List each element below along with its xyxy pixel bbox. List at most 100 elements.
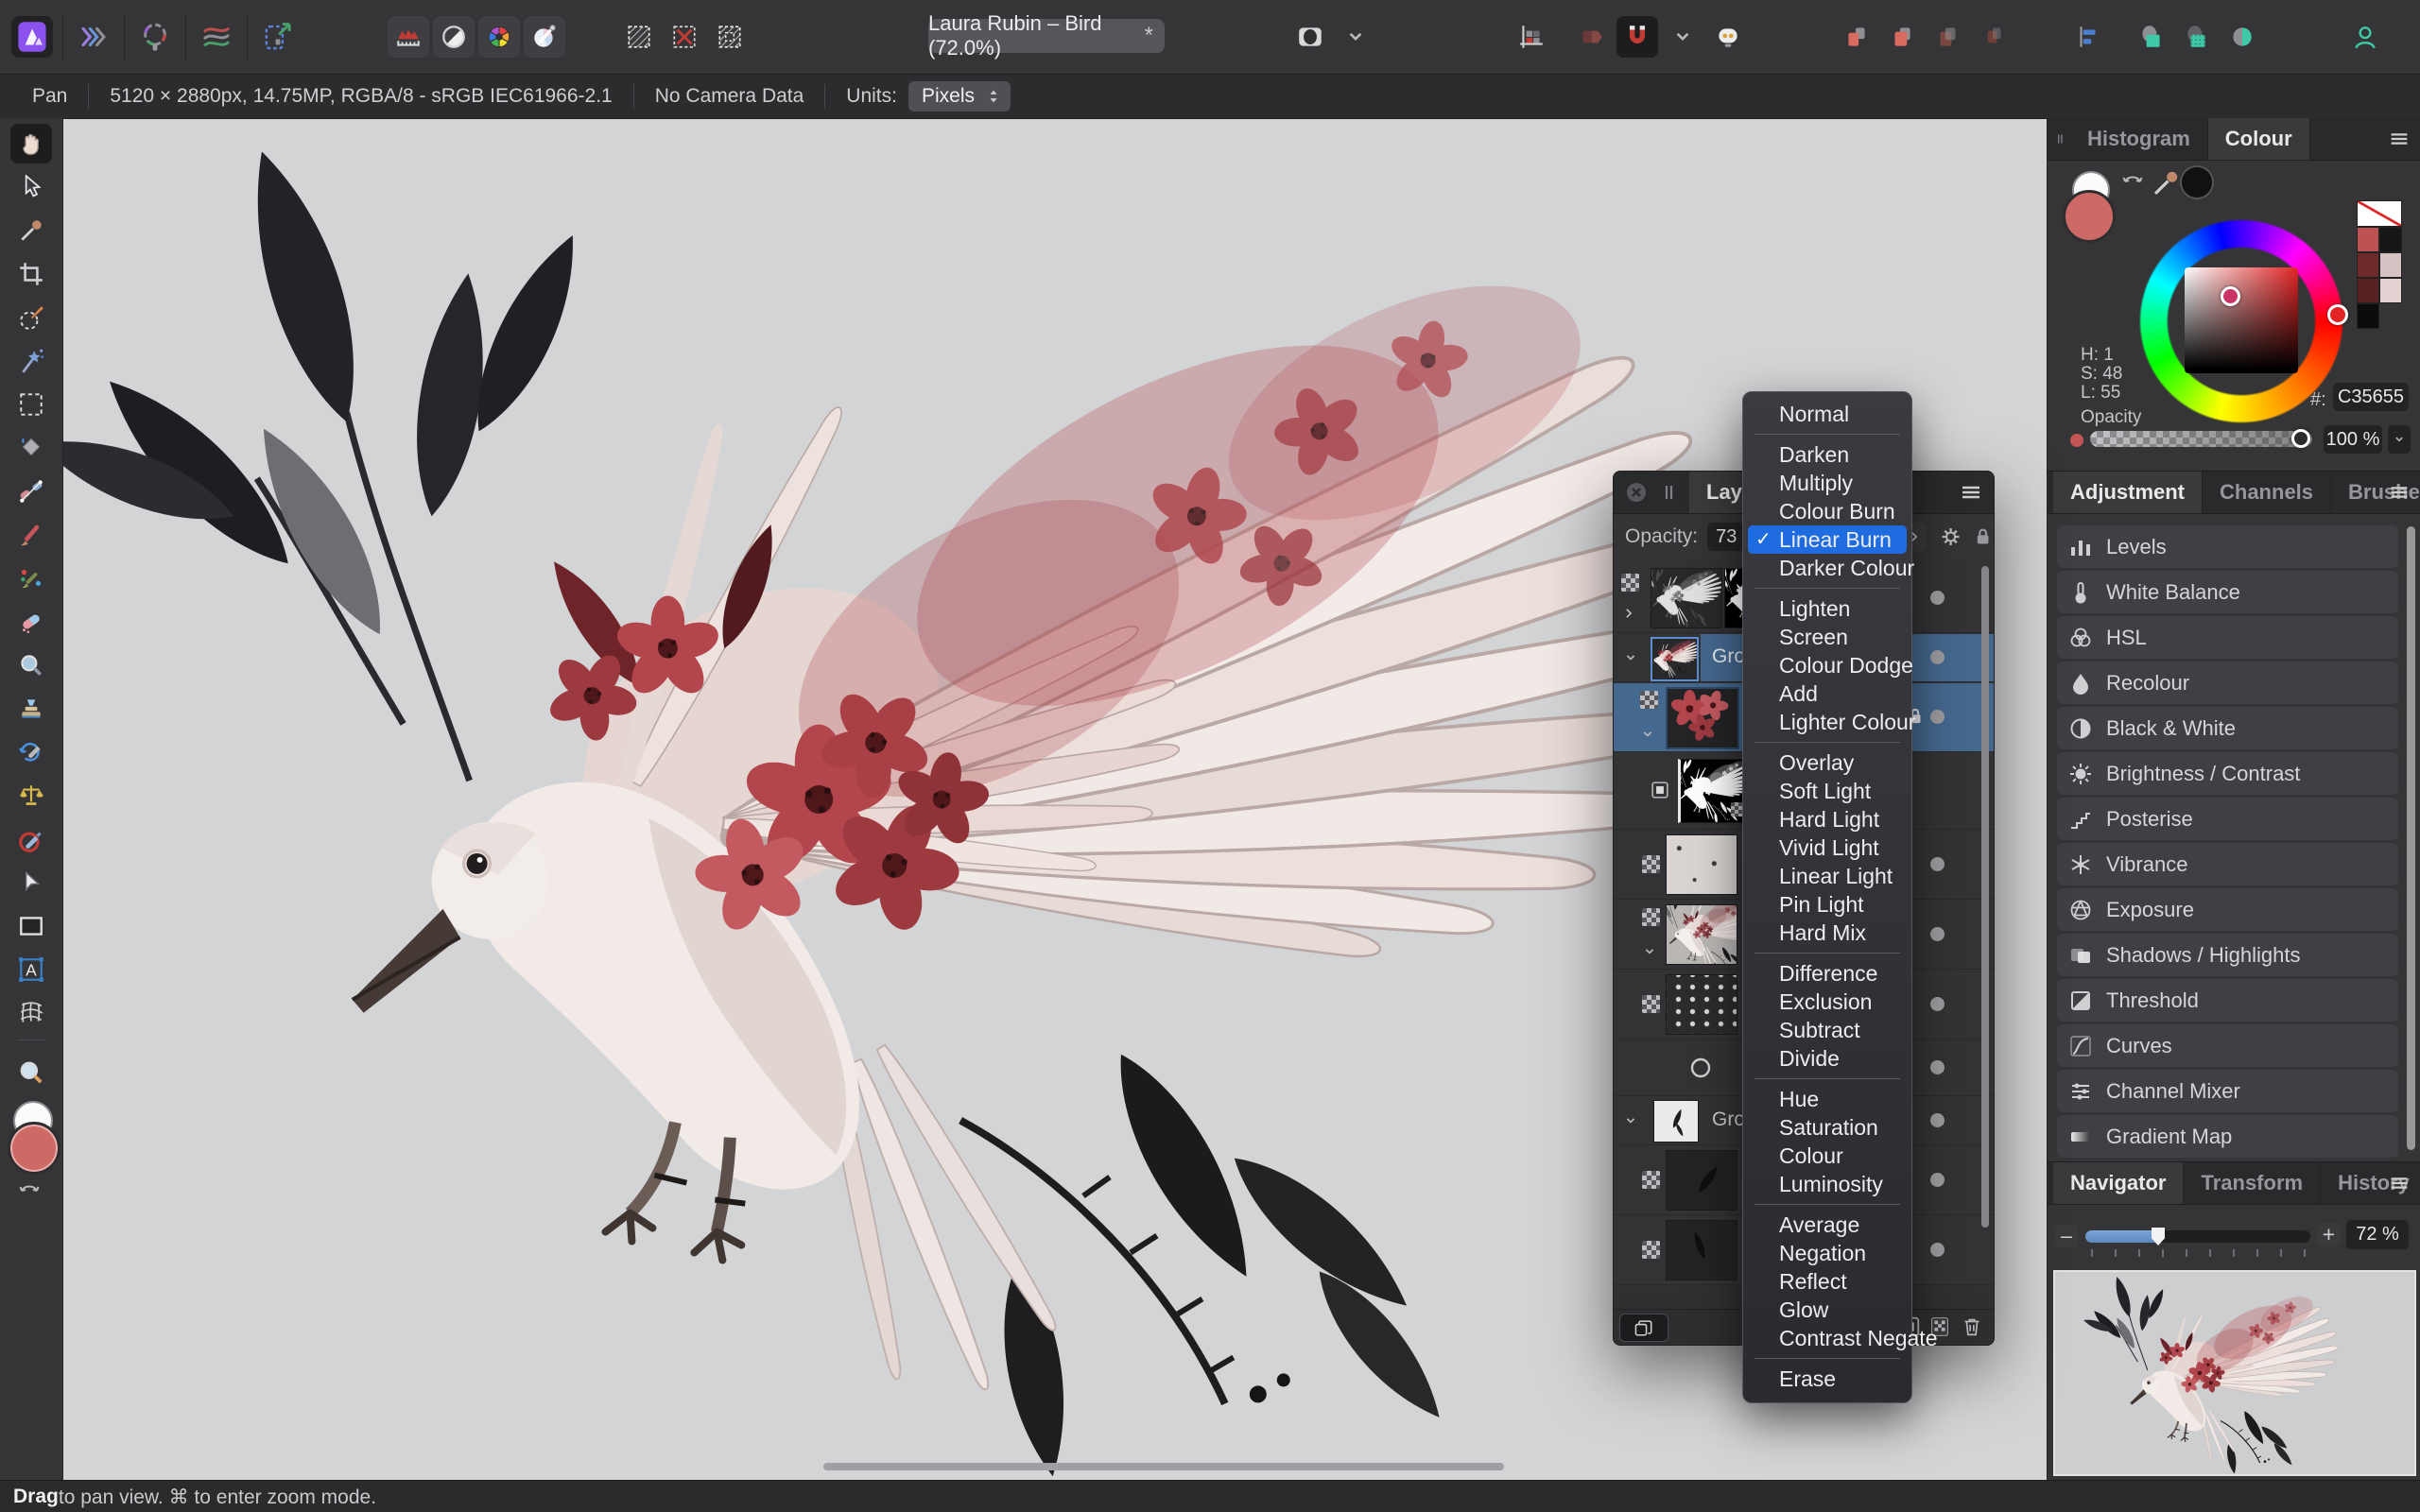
photo-persona-button[interactable] bbox=[11, 16, 53, 58]
move-backward-button[interactable] bbox=[1927, 16, 1968, 58]
insert-target-button[interactable] bbox=[1571, 16, 1613, 58]
blend-mode-difference[interactable]: Difference bbox=[1748, 959, 1907, 988]
adjustment-gradient-map[interactable]: Gradient Map bbox=[2057, 1115, 2398, 1158]
sl-marker[interactable] bbox=[2221, 286, 2240, 306]
collapse-icon[interactable] bbox=[1621, 648, 1640, 667]
blend-mode-subtract[interactable]: Subtract bbox=[1748, 1016, 1907, 1044]
canvas-horizontal-scrollbar[interactable] bbox=[823, 1463, 1504, 1470]
panel-menu-icon[interactable] bbox=[2387, 1171, 2411, 1195]
adjustment-black-white[interactable]: Black & White bbox=[2057, 707, 2398, 749]
auto-white-balance-button[interactable] bbox=[524, 16, 565, 58]
swatch-pinkgray[interactable] bbox=[2379, 252, 2402, 278]
hex-input[interactable]: C35655 bbox=[2333, 383, 2409, 411]
swatch-darkred[interactable] bbox=[2357, 252, 2379, 278]
paint-brush-tool[interactable] bbox=[10, 515, 52, 555]
move-forward-button[interactable] bbox=[1881, 16, 1923, 58]
blend-mode-hard-light[interactable]: Hard Light bbox=[1748, 805, 1907, 833]
export-persona-button[interactable] bbox=[257, 16, 299, 58]
visibility-dot[interactable] bbox=[1930, 1060, 1945, 1074]
auto-levels-button[interactable] bbox=[388, 16, 429, 58]
swatch-black2[interactable] bbox=[2357, 303, 2379, 329]
inpainting-brush-tool[interactable] bbox=[10, 819, 52, 859]
undo-brush-tool[interactable] bbox=[10, 732, 52, 772]
adjustment-channel-mixer[interactable]: Channel Mixer bbox=[2057, 1070, 2398, 1112]
opacity-knob[interactable] bbox=[2291, 429, 2310, 448]
units-select[interactable]: Pixels bbox=[908, 81, 1011, 112]
select-all-button[interactable] bbox=[618, 16, 660, 58]
adjustment-vibrance[interactable]: Vibrance bbox=[2057, 843, 2398, 885]
panel-menu-icon[interactable] bbox=[1958, 479, 1984, 506]
selection-brush-tool[interactable] bbox=[10, 298, 52, 337]
dodge-burn-tool[interactable] bbox=[10, 776, 52, 816]
blend-mode-linear-burn[interactable]: ✓ Linear Burn bbox=[1748, 525, 1907, 554]
auto-contrast-button[interactable] bbox=[433, 16, 475, 58]
blend-mode-divide[interactable]: Divide bbox=[1748, 1044, 1907, 1073]
tab-colour[interactable]: Colour bbox=[2207, 118, 2310, 160]
layer-thumbnail-flowers[interactable] bbox=[1666, 687, 1739, 749]
panel-grip-icon[interactable] bbox=[1655, 479, 1682, 506]
blend-mode-lighten[interactable]: Lighten bbox=[1748, 594, 1907, 623]
assistant-button[interactable] bbox=[1707, 16, 1749, 58]
blend-mode-multiply[interactable]: Multiply bbox=[1748, 469, 1907, 497]
zoom-slider[interactable] bbox=[2085, 1228, 2310, 1246]
visibility-dot[interactable] bbox=[1930, 650, 1945, 664]
layer-thumbnail-leaves-white[interactable] bbox=[1653, 1100, 1699, 1143]
tab-transform[interactable]: Transform bbox=[2184, 1162, 2322, 1204]
flood-fill-tool[interactable] bbox=[10, 428, 52, 468]
swap-colour-icon[interactable] bbox=[2119, 169, 2146, 196]
blend-mode-darken[interactable]: Darken bbox=[1748, 440, 1907, 469]
blend-mode-colour[interactable]: Colour bbox=[1748, 1142, 1907, 1170]
invert-selection-button[interactable] bbox=[709, 16, 751, 58]
view-tool[interactable] bbox=[10, 124, 52, 163]
blend-mode-screen[interactable]: Screen bbox=[1748, 623, 1907, 651]
develop-persona-button[interactable] bbox=[134, 16, 176, 58]
visibility-dot[interactable] bbox=[1930, 710, 1945, 724]
tab-adjustment[interactable]: Adjustment bbox=[2053, 472, 2203, 513]
colour-picker-tool[interactable] bbox=[10, 211, 52, 250]
close-icon[interactable] bbox=[1623, 479, 1650, 506]
layer-thumbnail-dark-leaf[interactable] bbox=[1666, 1150, 1737, 1211]
document-title-dropdown[interactable]: Laura Rubin – Bird (72.0%) * bbox=[928, 11, 1165, 60]
visibility-dot[interactable] bbox=[1930, 1113, 1945, 1127]
gear-icon[interactable] bbox=[1939, 524, 1962, 549]
liquify-persona-button[interactable] bbox=[73, 16, 114, 58]
blend-mode-hard-mix[interactable]: Hard Mix bbox=[1748, 919, 1907, 947]
collapse-icon[interactable] bbox=[1621, 1111, 1640, 1130]
colour-opacity-chevron[interactable] bbox=[2388, 425, 2411, 454]
navigator-thumbnail[interactable] bbox=[2053, 1270, 2416, 1476]
blend-mode-reflect[interactable]: Reflect bbox=[1748, 1267, 1907, 1296]
flood-select-tool[interactable] bbox=[10, 341, 52, 381]
visibility-dot[interactable] bbox=[1930, 591, 1945, 605]
blend-mode-normal[interactable]: Normal bbox=[1748, 400, 1907, 428]
blend-mode-erase[interactable]: Erase bbox=[1748, 1365, 1907, 1393]
blend-mode-colour-burn[interactable]: Colour Burn bbox=[1748, 497, 1907, 525]
panel-grip-icon[interactable] bbox=[2051, 127, 2068, 151]
boolean-add-button[interactable] bbox=[2131, 16, 2172, 58]
boolean-intersect-button[interactable] bbox=[2221, 16, 2263, 58]
adjustment-hsl[interactable]: HSL bbox=[2057, 616, 2398, 659]
chev-down-button[interactable] bbox=[1335, 16, 1376, 58]
blend-mode-average[interactable]: Average bbox=[1748, 1211, 1907, 1239]
colour-opacity-value[interactable]: 100 % bbox=[2324, 425, 2382, 454]
visibility-dot[interactable] bbox=[1930, 1243, 1945, 1257]
zoom-tool[interactable] bbox=[10, 1054, 52, 1093]
blend-mode-negation[interactable]: Negation bbox=[1748, 1239, 1907, 1267]
lock-icon[interactable] bbox=[1972, 525, 1994, 548]
chev-down-button[interactable] bbox=[1662, 16, 1703, 58]
blend-mode-overlay[interactable]: Overlay bbox=[1748, 748, 1907, 777]
blend-mode-contrast-negate[interactable]: Contrast Negate bbox=[1748, 1324, 1937, 1352]
adjustment-curves[interactable]: Curves bbox=[2057, 1024, 2398, 1067]
adjustment-scrollbar[interactable] bbox=[2407, 526, 2415, 1150]
boolean-subtract-button[interactable] bbox=[2176, 16, 2218, 58]
erase-brush-tool[interactable] bbox=[10, 602, 52, 642]
blend-mode-pin-light[interactable]: Pin Light bbox=[1748, 890, 1907, 919]
fill-colour-swatch[interactable] bbox=[8, 1122, 60, 1175]
delete-layer-icon[interactable] bbox=[1960, 1314, 1984, 1339]
layer-thumbnail-dot-grid[interactable] bbox=[1666, 974, 1737, 1035]
swap-colours-icon[interactable] bbox=[16, 1178, 43, 1205]
rectangle-tool[interactable] bbox=[10, 906, 52, 946]
collapse-icon[interactable] bbox=[1640, 942, 1659, 961]
tab-channels[interactable]: Channels bbox=[2203, 472, 2332, 513]
blur-brush-tool[interactable] bbox=[10, 645, 52, 685]
adjustment-brightness-contrast[interactable]: Brightness / Contrast bbox=[2057, 752, 2398, 795]
